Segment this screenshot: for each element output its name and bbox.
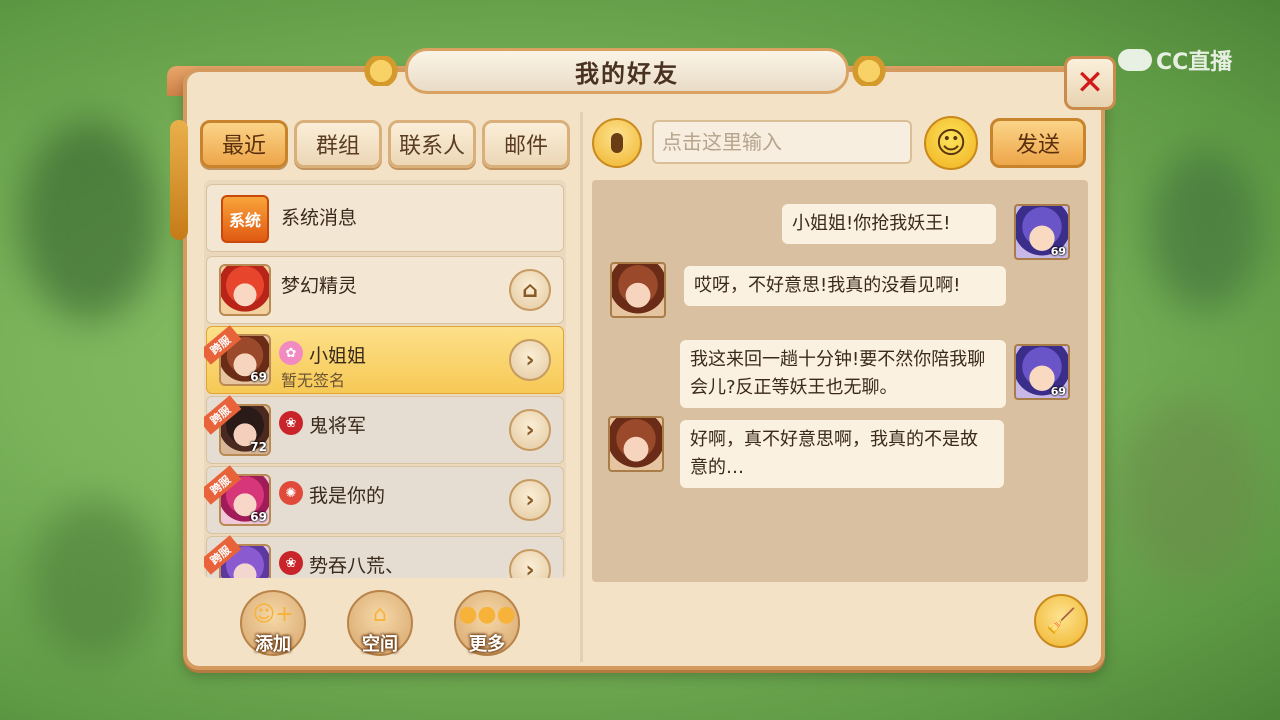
level-label: 69 — [250, 510, 267, 524]
microphone-icon — [611, 133, 623, 153]
open-chat-button[interactable]: › — [509, 549, 551, 578]
avatar: 69 — [1014, 344, 1070, 400]
contact-row-selected[interactable]: 69 跨服 ✿ 小姐姐 暂无签名 › — [204, 325, 564, 394]
contact-name: 系统消息 — [281, 207, 358, 229]
system-icon: 系统 — [221, 195, 269, 243]
tassel-ornament-icon — [170, 120, 188, 240]
avatar — [219, 264, 271, 316]
avatar — [608, 416, 664, 472]
space-label: 空间 — [362, 634, 398, 655]
close-button[interactable]: ✕ — [1064, 56, 1116, 110]
open-chat-button[interactable]: › — [509, 339, 551, 381]
tab-groups[interactable]: 群组 — [294, 120, 382, 168]
contact-name: 小姐姐 — [309, 345, 367, 367]
level-label: 69 — [250, 370, 267, 384]
open-chat-button[interactable]: › — [509, 479, 551, 521]
clear-chat-button[interactable]: 🧹 — [1034, 594, 1088, 648]
message-bubble: 小姐姐!你抢我妖王! — [782, 204, 996, 244]
more-dots-icon: ●●● — [458, 602, 516, 627]
emoji-button[interactable]: ☺ — [924, 116, 978, 170]
close-icon: ✕ — [1075, 63, 1105, 103]
space-button[interactable]: ⌂ 空间 — [347, 590, 413, 656]
level-label: 72 — [250, 440, 267, 454]
add-friend-icon: ☺+ — [252, 602, 294, 627]
message-bubble: 我这来回一趟十分钟!要不然你陪我聊会儿?反正等妖王也无聊。 — [680, 340, 1006, 408]
contact-name: 梦幻精灵 — [281, 275, 358, 297]
watermark-text: CC直播 — [1156, 50, 1233, 75]
flower-icon: ❀ — [279, 551, 303, 575]
add-friend-button[interactable]: ☺+ 添加 — [240, 590, 306, 656]
chevron-right-icon: › — [525, 347, 535, 373]
title-banner: 我的好友 — [405, 48, 849, 94]
sect-icon: ✺ — [279, 481, 303, 505]
level-label: 69 — [1050, 385, 1066, 398]
chat-input[interactable] — [652, 120, 912, 164]
scroll-ornament-icon — [846, 56, 892, 86]
contact-row[interactable]: 梦幻精灵 ⌂ — [206, 256, 564, 324]
add-friend-label: 添加 — [255, 634, 291, 655]
tab-mail[interactable]: 邮件 — [482, 120, 570, 168]
lotus-icon: ✿ — [279, 341, 303, 365]
contact-row[interactable]: 72 跨服 ❀ 鬼将军 › — [204, 395, 564, 464]
voice-button[interactable] — [592, 118, 642, 168]
contact-status: 暂无签名 — [281, 371, 346, 390]
send-button[interactable]: 发送 — [990, 118, 1086, 168]
smiley-icon: ☺ — [935, 125, 967, 161]
contact-name: 势吞八荒、 — [309, 555, 405, 577]
house-icon: ⌂ — [373, 602, 387, 627]
scroll-ornament-icon — [358, 56, 404, 86]
background-blur — [1120, 400, 1260, 580]
background-blur — [1150, 150, 1260, 310]
tab-bar: 最近 群组 联系人 邮件 — [200, 120, 570, 168]
avatar: 69 — [1014, 204, 1070, 260]
cc-live-watermark: CC直播 — [1118, 44, 1232, 76]
message-bubble: 哎呀，不好意思!我真的没看见啊! — [684, 266, 1006, 306]
window-title: 我的好友 — [575, 59, 679, 88]
contact-row-system[interactable]: 系统 系统消息 — [206, 184, 564, 252]
chevron-right-icon: › — [525, 557, 535, 579]
home-icon: ⌂ — [522, 277, 538, 303]
open-chat-button[interactable]: › — [509, 409, 551, 451]
contact-name: 我是你的 — [309, 485, 386, 507]
contact-row[interactable]: 69 跨服 ✺ 我是你的 › — [204, 465, 564, 534]
home-button[interactable]: ⌂ — [509, 269, 551, 311]
more-button[interactable]: ●●● 更多 — [454, 590, 520, 656]
chevron-right-icon: › — [525, 417, 535, 443]
chevron-right-icon: › — [525, 487, 535, 513]
contact-list[interactable]: 系统 系统消息 梦幻精灵 ⌂ 69 跨服 ✿ 小姐姐 暂无签名 › 72 跨服 … — [204, 180, 566, 578]
more-label: 更多 — [469, 634, 505, 655]
background-blur — [30, 500, 160, 660]
background-blur — [20, 120, 160, 320]
level-label: 69 — [1050, 245, 1066, 258]
cloud-logo-icon — [1118, 49, 1152, 71]
chat-area[interactable]: 小姐姐!你抢我妖王! 69 哎呀，不好意思!我真的没看见啊! 我这来回一趟十分钟… — [592, 180, 1088, 582]
tab-contacts[interactable]: 联系人 — [388, 120, 476, 168]
broom-icon: 🧹 — [1046, 607, 1076, 635]
avatar — [610, 262, 666, 318]
tab-recent[interactable]: 最近 — [200, 120, 288, 168]
flower-icon: ❀ — [279, 411, 303, 435]
contact-name: 鬼将军 — [309, 415, 367, 437]
contact-row[interactable]: 跨服 ❀ 势吞八荒、 › — [204, 535, 564, 578]
panel-divider — [580, 112, 583, 662]
message-bubble: 好啊，真不好意思啊，我真的不是故意的… — [680, 420, 1004, 488]
